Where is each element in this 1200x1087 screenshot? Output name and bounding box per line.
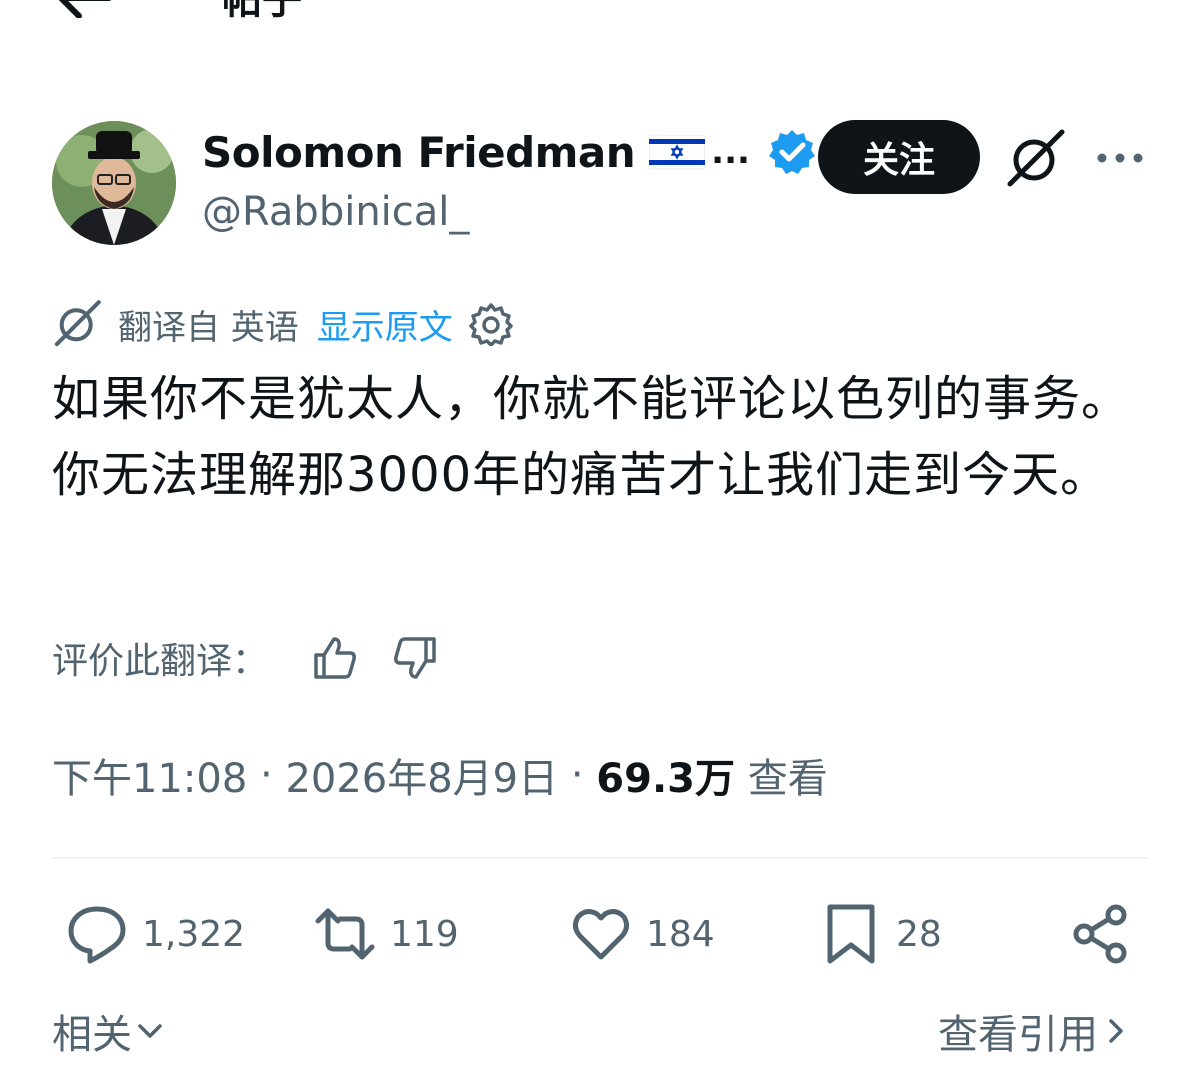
gear-icon[interactable] [469,302,513,347]
thumbs-down-icon[interactable] [392,635,438,681]
page-title: 帖子 [222,0,302,23]
more-icon[interactable] [1094,138,1146,178]
chevron-right-icon [1109,1019,1123,1043]
divider [52,857,1148,859]
rate-translation-label: 评价此翻译： [52,641,269,682]
related-toggle[interactable]: 相关 [52,1002,164,1060]
arrow-left-icon[interactable] [55,0,115,19]
reply-icon [68,906,126,964]
translation-notice: 翻译自 英语 显示原文 [52,296,513,352]
reply-count: 1,322 [142,913,246,955]
grok-icon [52,299,102,349]
tweet-time[interactable]: 下午11:08 [52,746,247,804]
top-bar: 帖子 [0,0,1200,40]
name-truncation: ... [711,132,750,172]
view-quotes-link[interactable]: 查看引用 [938,1002,1130,1060]
author-display-name[interactable]: Solomon Friedman [202,128,636,177]
avatar[interactable] [52,121,176,245]
share-button[interactable] [1070,898,1146,970]
like-button[interactable]: 184 [570,898,715,970]
bookmark-count: 28 [896,913,942,955]
translated-from-label: 翻译自 英语 [118,307,299,348]
share-icon [1073,904,1127,964]
heart-icon [572,909,630,960]
rate-translation-row: 评价此翻译： [52,630,438,686]
views-count: 69.3万 [596,756,735,802]
separator: · [247,752,286,798]
retweet-button[interactable]: 119 [314,898,459,970]
show-original-link[interactable]: 显示原文 [317,300,453,349]
like-count: 184 [646,913,715,955]
reply-button[interactable]: 1,322 [66,898,245,970]
retweet-icon [315,908,375,960]
verified-icon [768,128,816,176]
tweet-date[interactable]: 2026年8月9日 [285,746,558,804]
follow-button[interactable]: 关注 [818,120,980,194]
bookmark-button[interactable]: 28 [820,898,942,970]
related-label: 相关 [52,1012,132,1058]
views-label-text: 查看 [747,756,828,802]
view-quotes-label: 查看引用 [938,1012,1098,1058]
author-handle[interactable]: @Rabbinical_ [202,186,469,238]
retweet-count: 119 [390,913,459,955]
grok-icon[interactable] [1004,128,1066,190]
chevron-down-icon [138,1024,162,1038]
views-label: 查看 [735,746,828,804]
tweet-text: 如果你不是犹太人，你就不能评论以色列的事务。你无法理解那3000年的痛苦才让我们… [52,371,1131,503]
tweet-meta: 下午11:08 · 2026年8月9日 · 69.3万 查看 [52,746,828,804]
author-name-row[interactable]: Solomon Friedman ... [202,124,816,180]
israel-flag-icon [648,134,706,170]
bookmark-icon [827,904,875,964]
separator: · [558,752,597,798]
thumbs-up-icon[interactable] [312,635,358,681]
